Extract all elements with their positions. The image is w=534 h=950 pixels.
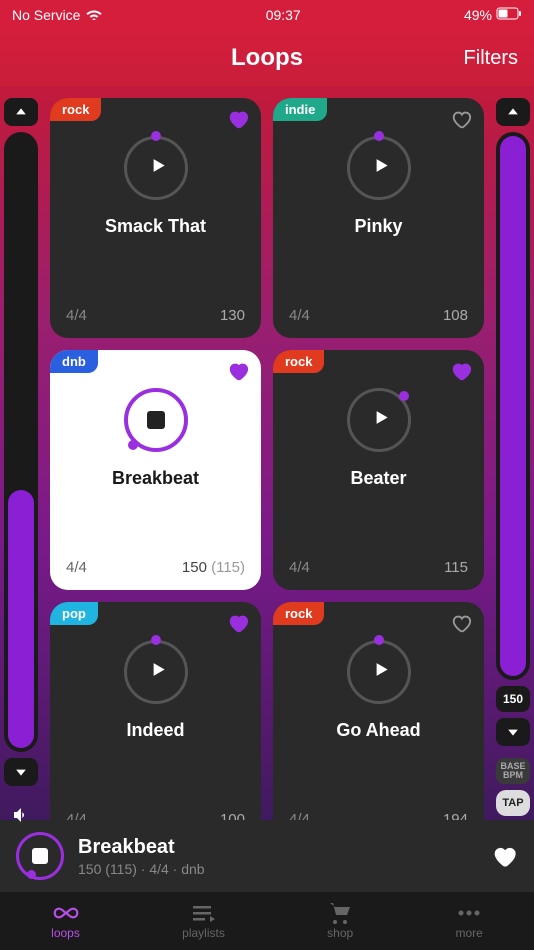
volume-up-button[interactable] <box>4 98 38 126</box>
loop-card[interactable]: rockGo Ahead4/4194 <box>273 602 484 842</box>
volume-down-button[interactable] <box>4 758 38 786</box>
stop-icon <box>147 411 165 429</box>
bpm-up-button[interactable] <box>496 98 530 126</box>
play-button[interactable] <box>347 136 411 200</box>
page-title: Loops <box>231 44 303 72</box>
tab-more[interactable]: more <box>456 902 483 940</box>
tap-button[interactable]: TAP <box>496 790 530 816</box>
loop-card[interactable]: rock Beater 4/4 115 <box>273 350 484 590</box>
loop-card[interactable]: indie Pinky 4/4 108 <box>273 98 484 338</box>
time-signature: 4/4 <box>289 559 310 576</box>
play-icon <box>370 659 392 686</box>
loop-footer: 4/4 115 <box>273 547 484 590</box>
bpm-text: 150 (115) <box>182 559 245 576</box>
battery-text: 49% <box>464 7 492 23</box>
tab-label: loops <box>51 926 80 940</box>
volume-fill <box>8 490 34 748</box>
genre-tag: rock <box>273 350 324 373</box>
playlists-icon <box>191 902 217 924</box>
tab-bar: loops playlists shop more <box>0 892 534 950</box>
stop-icon <box>32 848 48 864</box>
play-button[interactable] <box>347 388 411 452</box>
loop-title: Indeed <box>50 720 261 741</box>
heart-icon[interactable] <box>227 612 249 634</box>
bpm-fill <box>500 136 526 676</box>
bpm-text: 108 <box>443 307 468 324</box>
loop-grid: rock Smack That 4/4 130 indie Pinky 4/4 108 dnb B… <box>50 98 484 846</box>
now-playing-bar[interactable]: Breakbeat 150 (115) · 4/4 · dnb <box>0 820 534 892</box>
play-button[interactable] <box>124 640 188 704</box>
loop-card[interactable]: rock Smack That 4/4 130 <box>50 98 261 338</box>
favorite-button[interactable] <box>490 842 518 870</box>
time-signature: 4/4 <box>66 307 87 324</box>
left-rail <box>0 86 42 846</box>
now-playing-title: Breakbeat <box>78 836 476 859</box>
now-playing-meta: 150 (115) · 4/4 · dnb <box>78 861 476 877</box>
heart-icon[interactable] <box>227 360 249 382</box>
status-bar: No Service 09:37 49% <box>0 0 534 30</box>
play-icon <box>370 155 392 182</box>
bpm-text: 115 <box>444 559 468 576</box>
tab-loops[interactable]: loops <box>51 902 80 940</box>
loop-footer: 4/4 130 <box>50 295 261 338</box>
tab-label: shop <box>327 926 353 940</box>
loop-title: Smack That <box>50 216 261 237</box>
loop-card[interactable]: popIndeed4/4100 <box>50 602 261 842</box>
play-icon <box>147 659 169 686</box>
filters-button[interactable]: Filters <box>464 47 518 70</box>
battery-icon <box>496 7 522 23</box>
loop-card[interactable]: dnb Breakbeat 4/4 150 (115) <box>50 350 261 590</box>
speaker-icon[interactable] <box>4 798 38 832</box>
clock-text: 09:37 <box>266 7 301 23</box>
main-content: 150 BASE BPM TAP rock Smack That 4/4 130 ind… <box>0 86 534 846</box>
shop-icon <box>327 902 353 924</box>
loop-title: Breakbeat <box>50 468 261 489</box>
genre-tag: pop <box>50 602 98 625</box>
bpm-down-button[interactable] <box>496 718 530 746</box>
loops-icon <box>53 902 79 924</box>
volume-slider[interactable] <box>4 132 38 752</box>
tab-playlists[interactable]: playlists <box>182 902 225 940</box>
heart-icon[interactable] <box>450 612 472 634</box>
heart-icon[interactable] <box>450 108 472 130</box>
loop-title: Beater <box>273 468 484 489</box>
play-icon <box>370 407 392 434</box>
genre-tag: rock <box>50 98 101 121</box>
loop-footer: 4/4 150 (115) <box>50 547 261 590</box>
now-playing-info: Breakbeat 150 (115) · 4/4 · dnb <box>78 836 476 877</box>
tab-label: playlists <box>182 926 225 940</box>
tab-label: more <box>456 926 483 940</box>
genre-tag: rock <box>273 602 324 625</box>
header: Loops Filters <box>0 30 534 86</box>
play-button[interactable] <box>124 388 188 452</box>
play-icon <box>147 155 169 182</box>
bpm-value: 150 <box>496 686 530 712</box>
bpm-text: 130 <box>220 307 245 324</box>
loop-footer: 4/4 108 <box>273 295 484 338</box>
base-bpm-button[interactable]: BASE BPM <box>496 758 530 784</box>
bpm-slider[interactable] <box>496 132 530 680</box>
heart-icon[interactable] <box>450 360 472 382</box>
genre-tag: dnb <box>50 350 98 373</box>
tab-shop[interactable]: shop <box>327 902 353 940</box>
more-icon <box>456 902 482 924</box>
play-button[interactable] <box>347 640 411 704</box>
right-rail: 150 BASE BPM TAP <box>492 86 534 846</box>
carrier-text: No Service <box>12 7 80 23</box>
time-signature: 4/4 <box>66 559 87 576</box>
progress-dot <box>27 870 36 879</box>
genre-tag: indie <box>273 98 327 121</box>
heart-icon[interactable] <box>227 108 249 130</box>
play-button[interactable] <box>124 136 188 200</box>
loop-title: Pinky <box>273 216 484 237</box>
time-signature: 4/4 <box>289 307 310 324</box>
loop-title: Go Ahead <box>273 720 484 741</box>
wifi-icon <box>86 7 102 23</box>
